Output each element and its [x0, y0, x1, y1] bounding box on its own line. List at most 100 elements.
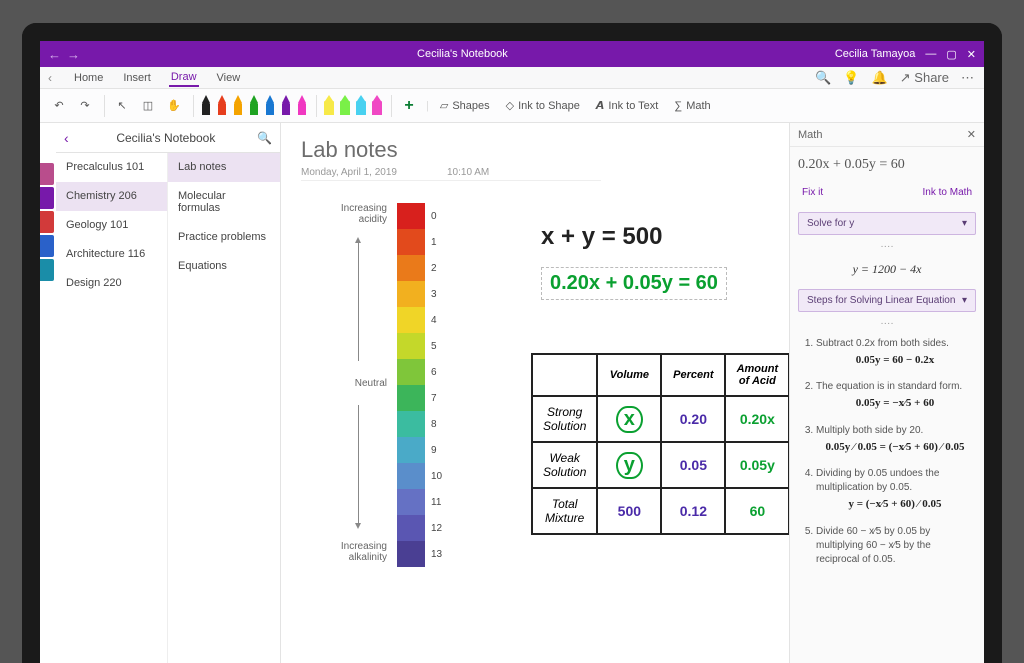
ph-row: 5 [397, 333, 445, 359]
ph-row: 1 [397, 229, 445, 255]
minimize-icon[interactable]: — [925, 48, 936, 61]
titlebar: ← → Cecilia's Notebook Cecilia Tamayoa —… [40, 41, 984, 67]
highlighter-tool[interactable] [323, 95, 335, 117]
section-item[interactable]: Geology 101 [56, 211, 167, 240]
page-title[interactable]: Lab notes [301, 137, 769, 163]
pen-tool[interactable] [280, 95, 292, 117]
notebook-tabs-strip [40, 123, 56, 663]
table-header: Volume [597, 354, 661, 396]
pen-tool[interactable] [264, 95, 276, 117]
search-icon[interactable]: 🔍 [815, 70, 831, 86]
redo-icon[interactable]: ↷ [74, 95, 96, 117]
table-header: Percent [661, 354, 725, 396]
undo-icon[interactable]: ↶ [48, 95, 70, 117]
shapes-button[interactable]: ▱ Shapes [435, 96, 495, 115]
lasso-tool[interactable]: ◫ [137, 95, 159, 117]
share-button[interactable]: ↗ Share [900, 70, 949, 86]
section-item[interactable]: Chemistry 206 [56, 182, 167, 211]
solution-step: Subtract 0.2x from both sides.0.05y = 60… [816, 337, 974, 368]
math-result: y = 1200 − 4x [790, 254, 984, 285]
solution-step: Multiply both side by 20.0.05y ⁄ 0.05 = … [816, 424, 974, 455]
ph-row: 9 [397, 437, 445, 463]
section-list: Precalculus 101Chemistry 206Geology 101A… [56, 153, 168, 663]
close-icon[interactable]: ✕ [967, 48, 976, 61]
math-panel-close-icon[interactable]: ✕ [967, 128, 976, 141]
page-date: Monday, April 1, 2019 [301, 167, 397, 178]
highlighter-gallery [323, 95, 392, 117]
tab-draw[interactable]: Draw [169, 69, 199, 87]
ph-label-neutral: Neutral [329, 378, 387, 389]
hand-tool[interactable]: ✋ [163, 95, 185, 117]
solve-for-dropdown[interactable]: Solve for y▾ [798, 212, 976, 235]
lightbulb-icon[interactable]: 💡 [843, 70, 859, 86]
tab-view[interactable]: View [215, 70, 243, 86]
ink-to-shape-button[interactable]: ◇ Ink to Shape [501, 96, 585, 115]
table-header [532, 354, 597, 396]
page-item[interactable]: Practice problems [168, 223, 280, 252]
navigation-pane: ‹ Cecilia's Notebook 🔍 Precalculus 101Ch… [56, 123, 281, 663]
drawing-toolbar: ↶ ↷ ↖ ◫ ✋ + | ▱ Shapes ◇ Ink to Shape 𝘼 … [40, 89, 984, 123]
tab-insert[interactable]: Insert [121, 70, 153, 86]
math-button[interactable]: ∑ Math [669, 97, 715, 115]
sidebar-search-icon[interactable]: 🔍 [257, 131, 272, 145]
fix-it-link[interactable]: Fix it [802, 187, 823, 198]
ink-to-text-button[interactable]: 𝘼 Ink to Text [591, 96, 663, 115]
pen-tool[interactable] [216, 95, 228, 117]
notebook-tab[interactable] [40, 187, 54, 209]
ink-to-math-link[interactable]: Ink to Math [923, 187, 972, 198]
section-item[interactable]: Precalculus 101 [56, 153, 167, 182]
cursor-tool[interactable]: ↖ [111, 95, 133, 117]
ph-row: 0 [397, 203, 445, 229]
ph-row: 3 [397, 281, 445, 307]
section-item[interactable]: Architecture 116 [56, 240, 167, 269]
notebook-tab[interactable] [40, 163, 54, 185]
equation-2-selected[interactable]: 0.20x + 0.05y = 60 [541, 267, 727, 300]
ph-row: 8 [397, 411, 445, 437]
table-row: Total Mixture 500 0.12 60 [532, 488, 789, 534]
pen-tool[interactable] [248, 95, 260, 117]
tab-home[interactable]: Home [72, 70, 105, 86]
ph-row: 2 [397, 255, 445, 281]
pen-tool[interactable] [232, 95, 244, 117]
ph-scale: Increasing acidity Neutral Increasing al… [329, 203, 445, 567]
add-pen-icon[interactable]: + [398, 95, 420, 117]
page-time: 10:10 AM [447, 167, 489, 178]
nav-forward-icon[interactable]: → [67, 47, 80, 62]
maximize-icon[interactable]: ▢ [946, 48, 956, 61]
page-canvas[interactable]: Lab notes Monday, April 1, 2019 10:10 AM… [281, 123, 789, 663]
nav-back-icon[interactable]: ← [48, 47, 61, 62]
ribbon-tabs: ‹ Home Insert Draw View 🔍 💡 🔔 ↗ Share ⋯ [40, 67, 984, 89]
sidebar-back-icon[interactable]: ‹ [64, 130, 69, 146]
ellipsis-icon[interactable]: ⋯ [961, 70, 974, 86]
math-panel-title: Math [798, 129, 822, 141]
section-item[interactable]: Design 220 [56, 269, 167, 298]
notebook-tab[interactable] [40, 235, 54, 257]
pen-tool[interactable] [296, 95, 308, 117]
solution-steps: Subtract 0.2x from both sides.0.05y = 60… [790, 331, 984, 663]
chevron-down-icon: ▾ [962, 295, 967, 306]
bell-icon[interactable]: 🔔 [872, 70, 888, 86]
highlighter-tool[interactable] [339, 95, 351, 117]
ph-row: 7 [397, 385, 445, 411]
solution-step: The equation is in standard form.0.05y =… [816, 380, 974, 411]
page-item[interactable]: Molecular formulas [168, 182, 280, 223]
acid-mixture-table: VolumePercentAmount of Acid Strong Solut… [531, 353, 789, 535]
page-item[interactable]: Lab notes [168, 153, 280, 182]
notebook-tab[interactable] [40, 259, 54, 281]
ph-row: 6 [397, 359, 445, 385]
ph-row: 13 [397, 541, 445, 567]
table-header: Amount of Acid [725, 354, 789, 396]
pen-tool[interactable] [200, 95, 212, 117]
highlighter-tool[interactable] [371, 95, 383, 117]
ph-row: 4 [397, 307, 445, 333]
ph-label-acid: Increasing acidity [329, 203, 387, 225]
ph-row: 10 [397, 463, 445, 489]
page-item[interactable]: Equations [168, 252, 280, 281]
chevron-down-icon: ▾ [962, 218, 967, 229]
ribbon-back-icon[interactable]: ‹ [44, 71, 56, 85]
steps-dropdown[interactable]: Steps for Solving Linear Equation▾ [798, 289, 976, 312]
sidebar-title: Cecilia's Notebook [75, 131, 257, 145]
notebook-tab[interactable] [40, 211, 54, 233]
highlighter-tool[interactable] [355, 95, 367, 117]
user-name[interactable]: Cecilia Tamayoa [835, 48, 916, 60]
